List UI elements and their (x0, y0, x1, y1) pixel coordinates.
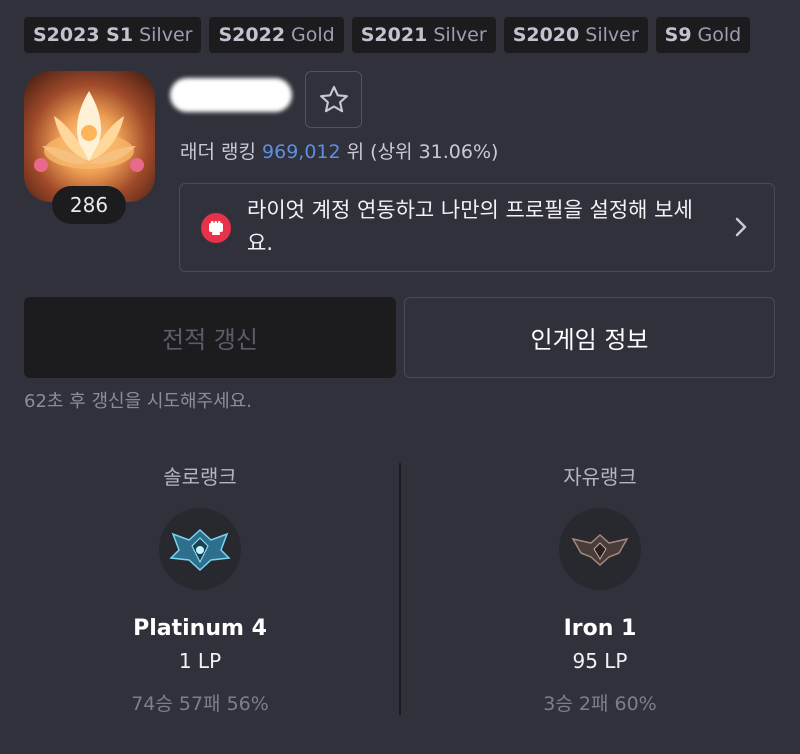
season-name: S2022 (218, 24, 286, 46)
ladder-ranking: 래더 랭킹 969,012 위 (상위 31.06%) (180, 137, 498, 164)
riot-account-link-banner[interactable]: 라이엇 계정 연동하고 나만의 프로필을 설정해 보세요. (179, 183, 775, 272)
flex-rank-panel: 자유랭크 Iron 1 95 LP 3승 2패 60% (440, 462, 760, 716)
favorite-button[interactable] (305, 71, 362, 128)
season-tier: Silver (585, 24, 639, 46)
season-tag-s2021: S2021 Silver (351, 17, 496, 53)
lotus-icon (34, 91, 144, 172)
iron-emblem-icon (559, 508, 641, 590)
platinum-emblem-icon (159, 508, 241, 590)
league-points: 95 LP (572, 649, 628, 673)
win-loss-record: 74승 57패 56% (131, 693, 269, 715)
renew-cooldown-hint: 62초 후 갱신을 시도해주세요. (24, 391, 252, 412)
win-loss-record: 3승 2패 60% (543, 693, 657, 715)
star-outline-icon (319, 85, 348, 112)
season-tier: Gold (291, 24, 335, 46)
ladder-label: 래더 랭킹 (180, 141, 256, 163)
solo-rank-panel: 솔로랭크 Platinum 4 1 LP 74승 57패 56% (40, 462, 360, 716)
riot-banner-text: 라이엇 계정 연동하고 나만의 프로필을 설정해 보세요. (247, 198, 693, 255)
tier-name: Platinum 4 (133, 616, 267, 641)
season-tag-s2023-s1: S2023 S1 Silver (24, 17, 202, 53)
season-name: S9 (664, 24, 692, 46)
queue-label: 자유랭크 (563, 465, 637, 489)
season-tier: Silver (433, 24, 487, 46)
queue-label: 솔로랭크 (163, 465, 237, 489)
season-history: S2023 S1 Silver S2022 Gold S2021 Silver S20… (24, 17, 751, 53)
season-tier: Silver (139, 24, 193, 46)
renew-stats-button[interactable]: 전적 갱신 (24, 297, 396, 378)
summoner-level-badge: 286 (52, 186, 126, 224)
season-name: S2023 S1 (33, 24, 134, 46)
league-points: 1 LP (178, 649, 222, 673)
season-tag-s2022: S2022 Gold (209, 17, 344, 53)
chevron-right-icon (734, 215, 748, 243)
season-name: S2021 (360, 24, 428, 46)
season-tag-s9: S9 Gold (655, 17, 751, 53)
ladder-rank-suffix: 위 (상위 31.06%) (346, 141, 499, 163)
riot-fist-icon (201, 213, 231, 243)
tier-name: Iron 1 (563, 616, 637, 641)
season-tag-s2020: S2020 Silver (503, 17, 648, 53)
season-tier: Gold (697, 24, 742, 46)
rank-divider (399, 463, 401, 715)
ingame-info-button[interactable]: 인게임 정보 (404, 297, 775, 378)
profile-icon (24, 71, 155, 202)
summoner-name-redacted (170, 78, 292, 112)
season-name: S2020 (512, 24, 580, 46)
ladder-rank-value[interactable]: 969,012 (262, 141, 341, 163)
